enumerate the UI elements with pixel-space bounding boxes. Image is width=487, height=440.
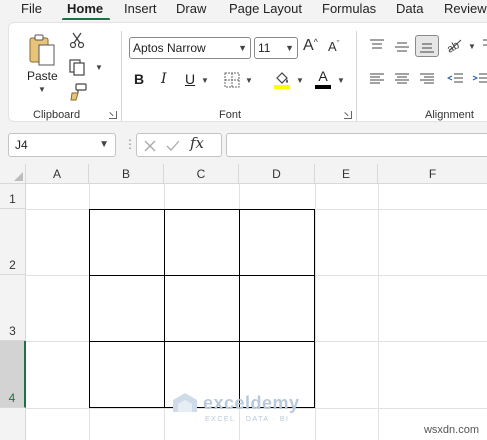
resize-handle-icon[interactable]: ⋮ <box>124 137 136 151</box>
copy-dropdown-icon[interactable]: ▼ <box>95 63 103 72</box>
top-align-icon[interactable] <box>370 39 384 51</box>
ribbon-tab-bar: File Home Insert Draw Page Layout Formul… <box>0 0 487 21</box>
font-color-swatch <box>315 85 331 89</box>
row-number: 2 <box>9 258 16 272</box>
italic-icon[interactable]: I <box>161 71 167 87</box>
gridline <box>315 184 316 440</box>
cell-border <box>90 341 314 342</box>
orientation-icon[interactable]: ab <box>445 37 464 56</box>
column-header-c[interactable]: C <box>164 164 239 184</box>
enter-check-icon[interactable] <box>166 140 180 152</box>
cell-border <box>239 210 240 407</box>
orientation-dropdown-icon[interactable]: ▼ <box>468 42 476 51</box>
fill-color-swatch <box>274 85 290 89</box>
select-all-button[interactable] <box>0 164 26 184</box>
watermark-tagline: EXCEL · DATA · BI <box>205 416 290 423</box>
column-header-e[interactable]: E <box>315 164 378 184</box>
align-right-icon[interactable] <box>420 73 434 85</box>
formula-input[interactable] <box>226 133 487 157</box>
font-name-value: Aptos Narrow <box>133 41 206 55</box>
cell-border <box>90 275 314 276</box>
row-header-2[interactable]: 2 <box>0 209 26 275</box>
fill-color-dropdown-icon[interactable]: ▼ <box>296 76 304 85</box>
chevron-down-icon: ▼ <box>99 139 109 150</box>
name-box-value: J4 <box>15 138 28 152</box>
row-number: 1 <box>9 192 16 206</box>
column-header-d[interactable]: D <box>239 164 315 184</box>
font-name-combobox[interactable]: Aptos Narrow ▼ <box>129 37 251 59</box>
paste-icon[interactable] <box>27 33 57 67</box>
wrap-text-icon[interactable] <box>483 37 487 53</box>
font-group-label: Font <box>219 109 242 121</box>
align-left-icon[interactable] <box>370 73 384 85</box>
clipboard-group-label: Clipboard <box>33 109 81 121</box>
name-box[interactable]: J4 ▼ <box>8 133 116 157</box>
chevron-down-icon: ▼ <box>238 43 247 53</box>
borders-dropdown-icon[interactable]: ▼ <box>245 76 253 85</box>
row-number: 3 <box>9 324 16 338</box>
tab-insert[interactable]: Insert <box>124 1 157 16</box>
fill-color-icon[interactable] <box>273 69 291 89</box>
tab-draw[interactable]: Draw <box>176 1 206 16</box>
increase-indent-icon[interactable] <box>472 73 487 85</box>
tab-review[interactable]: Review <box>444 1 487 16</box>
cancel-icon[interactable] <box>144 140 156 152</box>
cell-border <box>164 210 165 407</box>
tab-page-layout[interactable]: Page Layout <box>229 1 302 16</box>
column-header-a[interactable]: A <box>26 164 89 184</box>
row-number: 4 <box>8 391 16 405</box>
paste-dropdown-icon[interactable]: ▼ <box>38 85 46 94</box>
font-color-icon[interactable]: A <box>315 69 331 89</box>
column-header-f[interactable]: F <box>378 164 487 184</box>
site-watermark: wsxdn.com <box>423 424 479 436</box>
group-separator <box>356 31 357 121</box>
tab-file[interactable]: File <box>21 1 42 16</box>
formula-buttons <box>136 133 222 157</box>
row-header-1[interactable]: 1 <box>0 184 26 209</box>
bold-icon[interactable]: B <box>134 71 144 87</box>
row-header-3[interactable]: 3 <box>0 275 26 341</box>
bordered-cell-range[interactable] <box>89 209 315 408</box>
paste-label[interactable]: Paste <box>27 69 58 83</box>
borders-icon[interactable] <box>224 72 240 88</box>
ribbon-panel: Paste ▼ ▼ Clipboard Aptos Narrow ▼ 11 ▼ … <box>8 22 487 122</box>
tab-formulas[interactable]: Formulas <box>322 1 376 16</box>
row-header-4[interactable]: 4 <box>0 341 26 408</box>
font-size-value: 11 <box>258 41 271 55</box>
gridline <box>378 184 379 440</box>
ribbon: Paste ▼ ▼ Clipboard Aptos Narrow ▼ 11 ▼ … <box>0 20 487 126</box>
format-painter-icon[interactable] <box>69 83 87 101</box>
cut-icon[interactable] <box>69 31 85 49</box>
tab-data[interactable]: Data <box>396 1 423 16</box>
align-center-icon[interactable] <box>395 73 409 85</box>
copy-icon[interactable] <box>68 58 86 76</box>
chevron-down-icon: ▼ <box>285 43 294 53</box>
clipboard-dialog-launcher-icon[interactable] <box>109 111 117 119</box>
bottom-align-icon[interactable] <box>415 35 439 57</box>
font-color-dropdown-icon[interactable]: ▼ <box>337 76 345 85</box>
increase-font-size-icon[interactable]: A^ <box>303 37 323 57</box>
tab-home[interactable]: Home <box>67 1 103 16</box>
middle-align-icon[interactable] <box>395 41 409 53</box>
column-header-b[interactable]: B <box>89 164 164 184</box>
decrease-font-size-icon[interactable]: Aˇ <box>328 39 346 59</box>
font-size-combobox[interactable]: 11 ▼ <box>254 37 298 59</box>
decrease-indent-icon[interactable] <box>446 73 463 85</box>
underline-dropdown-icon[interactable]: ▼ <box>201 76 209 85</box>
underline-icon[interactable]: U <box>185 71 195 87</box>
font-dialog-launcher-icon[interactable] <box>344 111 352 119</box>
insert-function-button[interactable]: fx <box>190 134 204 152</box>
formula-bar: J4 ▼ ⋮ fx <box>0 126 487 164</box>
alignment-group-label: Alignment <box>425 109 474 121</box>
row-header-5[interactable] <box>0 408 26 440</box>
group-separator <box>121 31 122 121</box>
exceldemy-logo-icon <box>172 392 198 414</box>
watermark-name: exceldemy <box>203 393 300 413</box>
